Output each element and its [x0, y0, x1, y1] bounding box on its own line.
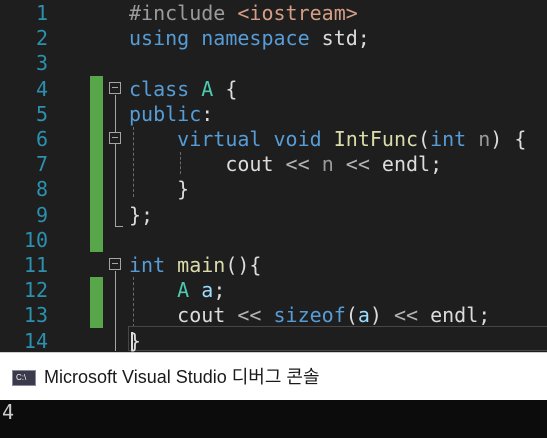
code-token: main	[177, 253, 226, 277]
code-token: <<	[345, 152, 370, 177]
code-token: int	[129, 253, 166, 277]
line-number: 4	[35, 76, 48, 101]
code-text[interactable]: public:	[129, 102, 213, 127]
code-token: cout	[129, 152, 286, 177]
line-number: 11	[23, 253, 48, 277]
console-output-text: 4	[2, 400, 15, 424]
code-token: namespace	[201, 26, 310, 51]
code-token: <<	[237, 303, 262, 328]
code-text[interactable]: A a;	[129, 278, 225, 303]
line-number: 9	[35, 202, 48, 227]
code-text[interactable]: cout << sizeof(a) << endl;	[129, 303, 490, 328]
code-text[interactable]: virtual void IntFunc(int n) {	[129, 127, 526, 152]
code-line: 12 A a;	[0, 278, 547, 303]
code-token: public	[129, 101, 202, 126]
code-token: std;	[309, 26, 370, 51]
code-token: (){	[225, 253, 262, 277]
code-token: ) {	[490, 127, 527, 151]
code-token: )	[369, 303, 394, 328]
code-token: using	[129, 26, 190, 51]
code-token: (	[345, 303, 358, 328]
line-number: 12	[23, 278, 48, 303]
code-text[interactable]: using namespace std;	[129, 26, 370, 51]
code-token: endl;	[418, 303, 491, 328]
code-token: a	[357, 303, 370, 328]
code-line: 13 cout << sizeof(a) << endl;	[0, 303, 547, 328]
line-number: 1	[35, 1, 48, 25]
code-line: 8 }	[0, 177, 547, 202]
code-text[interactable]: }	[129, 177, 189, 202]
debug-console-output-area[interactable]: 4	[0, 400, 547, 438]
code-text[interactable]: #include <iostream>	[129, 1, 358, 26]
code-token: int	[430, 127, 467, 151]
code-text[interactable]: cout << n << endl;	[129, 152, 442, 177]
code-text[interactable]: int main(){	[129, 253, 261, 278]
code-line: 6 virtual void IntFunc(int n) {	[0, 127, 547, 152]
code-text[interactable]: };	[129, 203, 153, 228]
code-token: A	[201, 76, 214, 101]
code-token: };	[129, 202, 154, 227]
code-token: A	[177, 278, 190, 303]
line-number: 3	[35, 51, 48, 76]
text-caret	[131, 332, 133, 350]
console-app-icon: C:\	[12, 370, 36, 386]
code-token: ;	[213, 278, 226, 303]
code-line: 14}	[0, 329, 547, 352]
code-text[interactable]: class A {	[129, 77, 237, 102]
code-line: 1 #include <iostream>	[0, 1, 547, 26]
code-token: IntFunc	[333, 127, 419, 151]
line-number: 2	[35, 26, 48, 51]
line-number: 14	[23, 328, 48, 352]
code-token: :	[201, 101, 214, 126]
code-token: void	[273, 127, 322, 151]
line-number: 10	[23, 227, 48, 252]
code-token: {	[213, 76, 238, 101]
code-token: cout	[129, 303, 238, 328]
code-token: virtual	[177, 127, 262, 151]
code-token: (	[418, 127, 431, 151]
code-line: 11 int main(){	[0, 253, 547, 278]
code-token: sizeof	[273, 303, 346, 328]
code-line: 7 cout << n << endl;	[0, 152, 547, 177]
code-token: class	[129, 76, 190, 101]
code-line: 5 public:	[0, 102, 547, 127]
line-number: 13	[23, 303, 48, 328]
code-line: 10	[0, 228, 547, 253]
code-token: <<	[393, 303, 419, 328]
code-token: endl;	[369, 152, 443, 177]
code-token: n	[321, 152, 334, 177]
code-token: <<	[285, 152, 310, 177]
line-number: 8	[35, 177, 48, 202]
code-token: a	[201, 278, 214, 303]
code-editor[interactable]: 1 #include <iostream> 2 using namespace std…	[0, 0, 547, 352]
line-number: 5	[35, 101, 48, 126]
code-token: #include	[129, 1, 238, 25]
code-line: 2 using namespace std;	[0, 26, 547, 51]
debug-console-titlebar[interactable]: C:\ Microsoft Visual Studio 디버그 콘솔	[0, 352, 547, 400]
code-token: }	[129, 177, 190, 202]
line-number: 6	[35, 127, 48, 151]
code-line: 4 class A {	[0, 77, 547, 102]
code-line: 9};	[0, 203, 547, 228]
code-token: <iostream>	[237, 1, 358, 25]
code-token: n	[478, 127, 491, 151]
console-title: Microsoft Visual Studio 디버그 콘솔	[44, 367, 320, 387]
code-line: 3	[0, 51, 547, 76]
line-number: 7	[35, 152, 48, 177]
